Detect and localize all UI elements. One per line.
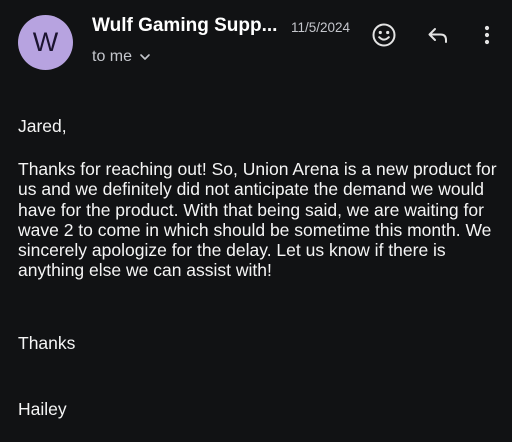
emoji-icon <box>371 22 397 53</box>
more-vertical-icon <box>474 22 500 53</box>
more-options-button[interactable] <box>472 22 502 52</box>
message-body: Thanks for reaching out! So, Union Arena… <box>18 159 497 281</box>
message-greeting: Jared, <box>18 116 67 136</box>
reply-button[interactable] <box>423 22 453 52</box>
email-date: 11/5/2024 <box>291 20 351 35</box>
emoji-reaction-button[interactable] <box>369 22 399 52</box>
sender-avatar[interactable]: W <box>18 15 73 70</box>
chevron-down-icon <box>138 50 152 64</box>
reply-icon <box>425 22 451 53</box>
recipient-label: to me <box>92 48 133 65</box>
message-signature: Hailey <box>18 399 67 419</box>
email-header: W Wulf Gaming Supp... 11/5/2024 to me <box>0 0 512 80</box>
recipient-toggle[interactable]: to me <box>92 48 152 66</box>
message-closing: Thanks <box>18 333 76 353</box>
sender-name[interactable]: Wulf Gaming Supp... <box>92 15 282 37</box>
